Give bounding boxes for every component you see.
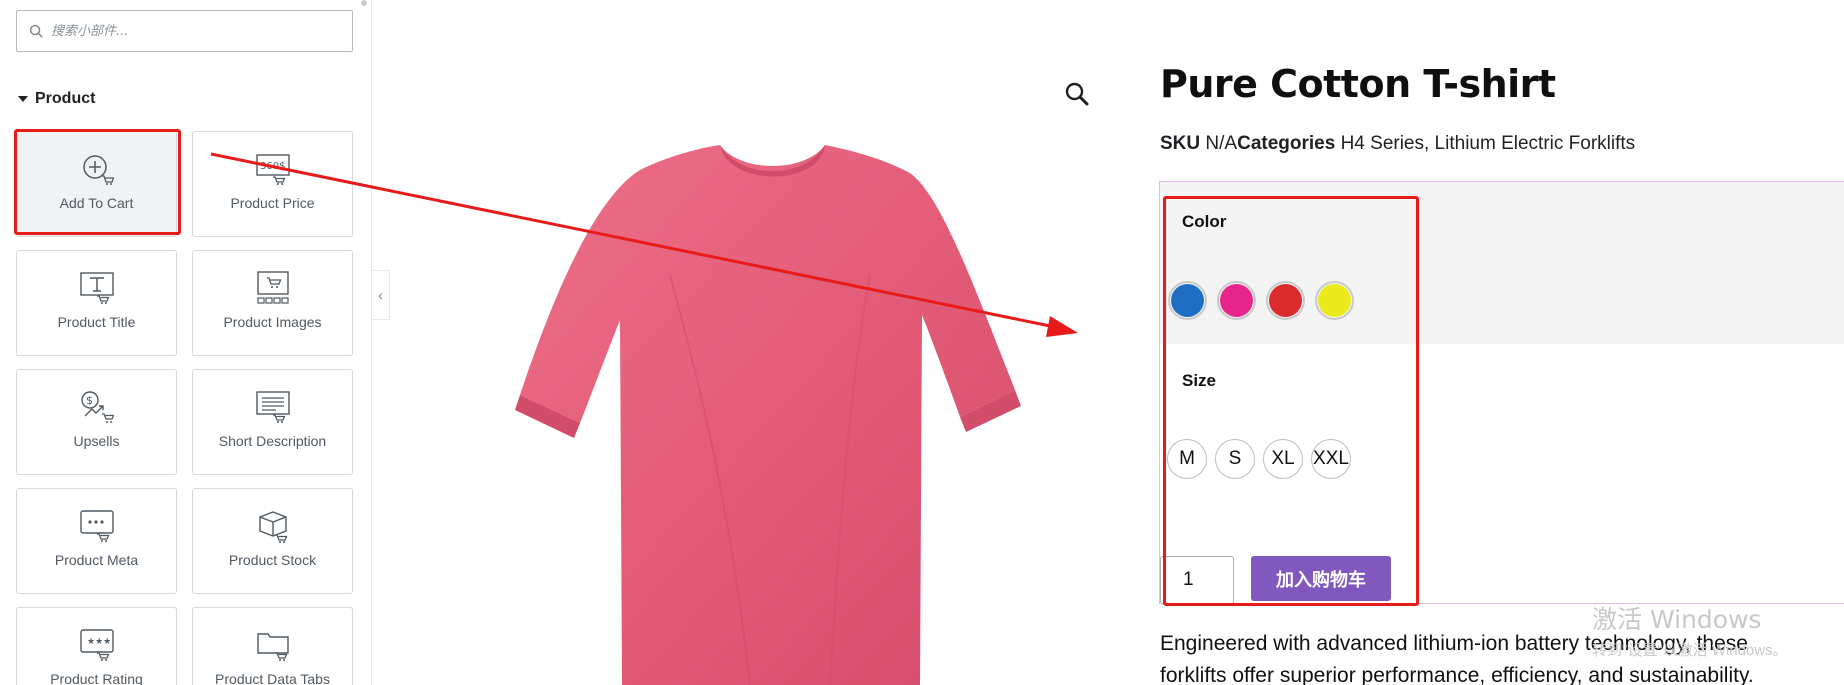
search-input[interactable] — [51, 19, 341, 43]
svg-text:★★★: ★★★ — [87, 637, 111, 647]
swatch-dot — [1220, 284, 1253, 317]
description-line: Engineered with advanced lithium-ion bat… — [1160, 632, 1748, 655]
widget-product-stock[interactable]: Product Stock — [192, 488, 353, 594]
widget-label: Product Price — [230, 195, 315, 211]
widget-product-meta[interactable]: Product Meta — [16, 488, 177, 594]
price-icon-text: 360$ — [260, 161, 285, 172]
section-toggle-product[interactable]: Product — [18, 90, 95, 108]
widget-product-rating[interactable]: ★★★ Product Rating — [16, 607, 177, 685]
widget-label: Upsells — [73, 433, 120, 449]
add-to-cart-button[interactable]: 加入购物车 — [1251, 556, 1391, 601]
widget-short-description[interactable]: Short Description — [192, 369, 353, 475]
product-stock-icon — [258, 511, 287, 543]
zoom-search-icon[interactable] — [1064, 81, 1090, 107]
swatch-dot — [1318, 284, 1351, 317]
search-icon — [29, 24, 43, 38]
sku-label: SKU — [1160, 133, 1201, 154]
widget-upsells[interactable]: $ Upsells — [16, 369, 177, 475]
upsells-icon: $ — [80, 391, 114, 423]
widget-product-data-tabs[interactable]: Product Data Tabs — [192, 607, 353, 685]
color-label: Color — [1182, 212, 1227, 231]
caret-down-icon — [18, 96, 28, 102]
svg-text:$: $ — [86, 394, 93, 407]
product-image — [515, 145, 1021, 685]
sku-value: N/A — [1205, 133, 1238, 154]
color-swatch-yellow[interactable] — [1315, 281, 1354, 320]
categories-label: Categories — [1237, 133, 1336, 154]
color-swatches — [1168, 281, 1354, 320]
widget-label: Product Stock — [228, 552, 317, 568]
variations-form: Color Size M S XL XXL 1 加入购物车 — [1159, 181, 1844, 604]
widget-label: Product Meta — [54, 552, 139, 568]
widget-product-images[interactable]: Product Images — [192, 250, 353, 356]
widget-search-box[interactable] — [16, 10, 353, 52]
size-options: M S XL XXL — [1167, 439, 1351, 479]
widget-label: Short Description — [218, 433, 327, 449]
color-attribute-row: Color — [1160, 182, 1844, 344]
product-images-icon — [256, 271, 289, 304]
color-swatch-pink[interactable] — [1217, 281, 1256, 320]
color-swatch-blue[interactable] — [1168, 281, 1207, 320]
product-description: Engineered with advanced lithium-ion bat… — [1160, 628, 1844, 685]
widget-label: Product Title — [57, 314, 136, 330]
panel-scrollbar[interactable] — [361, 0, 367, 6]
section-title: Product — [35, 90, 96, 107]
size-option-xxl[interactable]: XXL — [1311, 439, 1351, 479]
categories-value[interactable]: H4 Series, Lithium Electric Forklifts — [1341, 133, 1636, 154]
widget-label: Product Data Tabs — [215, 671, 330, 685]
widget-label: Add To Cart — [59, 195, 134, 211]
product-rating-icon: ★★★ — [79, 629, 114, 661]
description-line: forklifts offer superior performance, ef… — [1160, 664, 1754, 685]
size-option-xl[interactable]: XL — [1263, 439, 1303, 479]
short-description-icon — [255, 391, 290, 423]
product-title-icon — [79, 272, 114, 304]
size-option-m[interactable]: M — [1167, 439, 1207, 479]
add-to-cart-icon — [82, 155, 114, 185]
swatch-dot — [1171, 284, 1204, 317]
product-meta-icon — [79, 510, 114, 542]
widget-add-to-cart[interactable]: Add To Cart — [16, 131, 177, 237]
swatch-dot — [1269, 284, 1302, 317]
widget-product-title[interactable]: Product Title — [16, 250, 177, 356]
quantity-input[interactable]: 1 — [1160, 556, 1234, 604]
widget-label: Product Images — [223, 314, 322, 330]
product-data-tabs-icon — [256, 633, 289, 661]
tshirt-body — [520, 145, 1015, 685]
size-label: Size — [1182, 371, 1217, 390]
product-price-icon: 360$ — [255, 154, 290, 185]
size-option-s[interactable]: S — [1215, 439, 1255, 479]
product-meta: SKU N/ACategories H4 Series, Lithium Ele… — [1160, 133, 1635, 155]
panel-collapse-toggle[interactable]: ‹ — [372, 270, 390, 320]
widget-label: Product Rating — [50, 671, 143, 685]
widget-grid: Add To Cart 360$ Product Price Product T… — [16, 131, 353, 685]
widget-panel: Product Add To Cart 360$ Product Price — [0, 0, 372, 685]
widget-product-price[interactable]: 360$ Product Price — [192, 131, 353, 237]
chevron-left-icon: ‹ — [378, 287, 383, 303]
color-swatch-red[interactable] — [1266, 281, 1305, 320]
product-title: Pure Cotton T-shirt — [1160, 62, 1556, 106]
